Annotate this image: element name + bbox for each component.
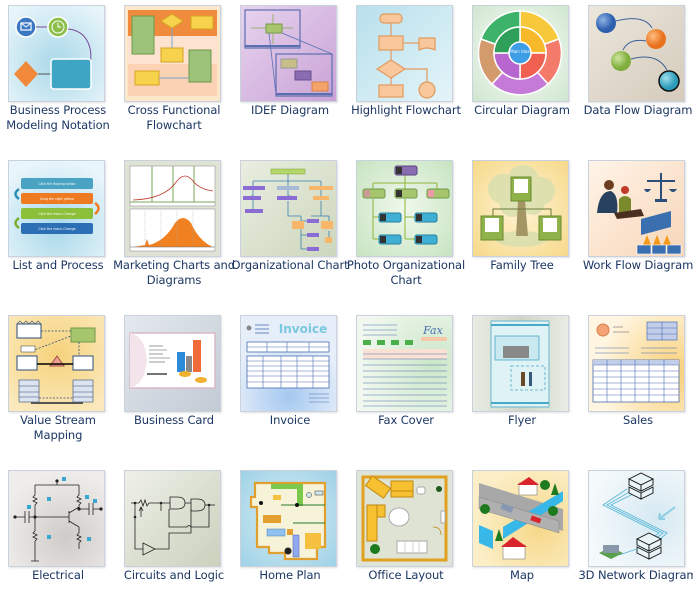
template-item-business-card[interactable]: Business Card xyxy=(116,310,232,460)
invoice-word-text: Invoice xyxy=(279,322,327,336)
organizational-chart-thumbnail-icon[interactable] xyxy=(240,160,337,257)
template-label: Circular Diagram xyxy=(474,103,570,117)
home-plan-thumbnail-icon[interactable] xyxy=(240,470,337,567)
template-item-electrical[interactable]: Electrical xyxy=(0,465,116,615)
template-label: Flyer xyxy=(508,413,536,427)
template-label: Home Plan xyxy=(259,568,321,582)
template-item-marketing-charts[interactable]: Marketing Charts and Diagrams xyxy=(113,155,235,305)
data-flow-diagram-thumbnail-icon[interactable] xyxy=(588,5,685,102)
bpmn-thumbnail-icon[interactable] xyxy=(8,5,105,102)
template-label: Circuits and Logic xyxy=(123,568,225,582)
template-label: Highlight Flowchart xyxy=(351,103,461,117)
sales-thumbnail-icon[interactable] xyxy=(588,315,685,412)
list-and-process-thumbnail-icon[interactable]: Click the flowing action Drag the right … xyxy=(8,160,105,257)
template-item-list-and-process[interactable]: Click the flowing action Drag the right … xyxy=(0,155,116,305)
template-item-office-layout[interactable]: Office Layout xyxy=(348,465,464,615)
template-item-organizational-chart[interactable]: Organizational Chart xyxy=(231,155,349,305)
fax-cover-thumbnail-icon[interactable]: Fax xyxy=(356,315,453,412)
invoice-thumbnail-icon[interactable]: Invoice xyxy=(240,315,337,412)
template-label: Family Tree xyxy=(490,258,554,272)
template-item-work-flow-diagram[interactable]: Work Flow Diagram xyxy=(580,155,693,305)
list-step-text: Click the flowing action xyxy=(38,182,75,186)
template-label: Organizational Chart xyxy=(231,258,349,272)
list-step-text: Drag the right yellow xyxy=(40,197,74,201)
3d-network-diagram-thumbnail-icon[interactable] xyxy=(588,470,685,567)
template-item-value-stream-mapping[interactable]: Value Stream Mapping xyxy=(0,310,116,460)
template-label: Map xyxy=(510,568,534,582)
template-label: Electrical xyxy=(32,568,84,582)
template-item-bpmn[interactable]: Business Process Modeling Notation xyxy=(0,0,116,150)
template-item-cross-functional-flowchart[interactable]: Cross Functional Flowchart xyxy=(116,0,232,150)
template-label: Marketing Charts and Diagrams xyxy=(113,258,235,287)
template-label: Cross Functional Flowchart xyxy=(127,103,221,132)
template-label: Invoice xyxy=(269,413,311,427)
photo-org-chart-thumbnail-icon[interactable] xyxy=(356,160,453,257)
electrical-thumbnail-icon[interactable] xyxy=(8,470,105,567)
template-label: Sales xyxy=(622,413,654,427)
template-label: Business Process Modeling Notation xyxy=(6,103,110,132)
template-label: Business Card xyxy=(134,413,214,427)
template-item-circuits-and-logic[interactable]: Circuits and Logic xyxy=(116,465,232,615)
value-stream-mapping-thumbnail-icon[interactable] xyxy=(8,315,105,412)
template-label: Value Stream Mapping xyxy=(20,413,96,442)
circuits-and-logic-thumbnail-icon[interactable] xyxy=(124,470,221,567)
template-label: Photo Organizational Chart xyxy=(346,258,466,287)
template-item-family-tree[interactable]: Family Tree xyxy=(464,155,580,305)
cross-functional-flowchart-thumbnail-icon[interactable] xyxy=(124,5,221,102)
fax-word-text: Fax xyxy=(422,324,443,337)
template-gallery: Business Process Modeling Notation Cross… xyxy=(0,0,693,587)
template-item-fax-cover[interactable]: Fax Fax Cover xyxy=(348,310,464,460)
template-item-map[interactable]: Map xyxy=(464,465,580,615)
template-item-circular-diagram[interactable]: Main Idea Circular Diagram xyxy=(464,0,580,150)
template-item-highlight-flowchart[interactable]: Highlight Flowchart xyxy=(348,0,464,150)
highlight-flowchart-thumbnail-icon[interactable] xyxy=(356,5,453,102)
main-idea-text: Main Idea xyxy=(510,49,530,54)
template-label: Work Flow Diagram xyxy=(582,258,693,272)
template-item-sales[interactable]: Sales xyxy=(580,310,693,460)
template-item-invoice[interactable]: Invoice Invoice xyxy=(232,310,348,460)
office-layout-thumbnail-icon[interactable] xyxy=(356,470,453,567)
template-item-flyer[interactable]: Flyer xyxy=(464,310,580,460)
template-item-home-plan[interactable]: Home Plan xyxy=(232,465,348,615)
template-label: Fax Cover xyxy=(378,413,434,427)
template-label: IDEF Diagram xyxy=(251,103,329,117)
work-flow-diagram-thumbnail-icon[interactable] xyxy=(588,160,685,257)
map-thumbnail-icon[interactable] xyxy=(472,470,569,567)
list-step-text: Click the menu Change xyxy=(38,227,75,231)
template-label: 3D Network Diagram xyxy=(578,568,693,582)
family-tree-thumbnail-icon[interactable] xyxy=(472,160,569,257)
template-label: Data Flow Diagram xyxy=(583,103,693,117)
template-item-3d-network-diagram[interactable]: 3D Network Diagram xyxy=(578,465,693,615)
business-card-thumbnail-icon[interactable] xyxy=(124,315,221,412)
circular-diagram-thumbnail-icon[interactable]: Main Idea xyxy=(472,5,569,102)
template-item-idef-diagram[interactable]: IDEF Diagram xyxy=(232,0,348,150)
flyer-thumbnail-icon[interactable] xyxy=(472,315,569,412)
template-item-data-flow-diagram[interactable]: Data Flow Diagram xyxy=(580,0,693,150)
template-item-photo-org-chart[interactable]: Photo Organizational Chart xyxy=(347,155,465,305)
list-step-text: Click the menu Change xyxy=(38,212,75,216)
template-label: Office Layout xyxy=(368,568,444,582)
marketing-charts-thumbnail-icon[interactable] xyxy=(124,160,221,257)
template-label: List and Process xyxy=(12,258,104,272)
idef-diagram-thumbnail-icon[interactable] xyxy=(240,5,337,102)
